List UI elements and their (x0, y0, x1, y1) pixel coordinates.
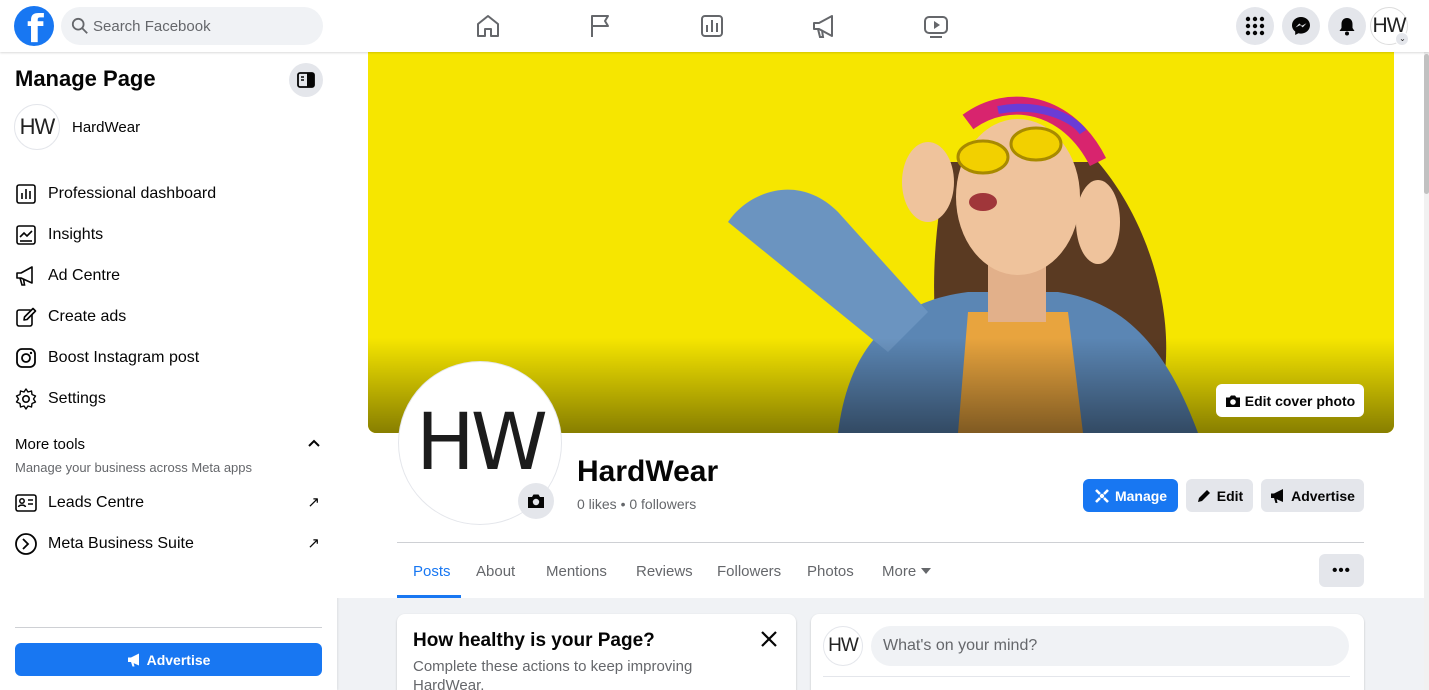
insights-icon (14, 223, 38, 247)
sidebar-item-insights[interactable]: Insights (14, 217, 320, 253)
tab-followers[interactable]: Followers (717, 563, 781, 580)
tab-about[interactable]: About (476, 563, 515, 580)
sidebar-page-name: HardWear (72, 119, 141, 136)
more-options-button[interactable]: ••• (1319, 554, 1364, 587)
page-stats: 0 likes • 0 followers (577, 496, 697, 512)
composer-divider (823, 676, 1350, 677)
chevron-up-icon[interactable] (306, 436, 322, 452)
sidebar-item-meta-business-suite[interactable]: Meta Business Suite ↗ (14, 526, 320, 562)
edit-cover-photo-button[interactable]: Edit cover photo (1216, 384, 1364, 417)
close-icon[interactable] (759, 629, 779, 649)
camera-icon (1225, 395, 1240, 407)
megaphone-icon (1271, 488, 1284, 503)
manage-page-sidebar: Manage Page HW HardWear Professional das… (0, 52, 337, 690)
page-scrollbar[interactable] (1424, 52, 1429, 690)
advertise-button[interactable]: Advertise (1261, 479, 1364, 512)
page-avatar: HW (14, 104, 60, 150)
pencil-icon (14, 305, 38, 329)
tab-more-label: More (882, 563, 917, 580)
sidebar-item-label: Create ads (48, 308, 127, 325)
edit-cover-photo-label: Edit cover photo (1244, 392, 1356, 409)
external-link-icon: ↗ (307, 494, 320, 511)
search-box[interactable] (61, 7, 323, 45)
more-tools-heading: More tools (15, 436, 86, 453)
pencil-icon (1197, 489, 1210, 502)
sidebar-title: Manage Page (15, 66, 156, 91)
sidebar-divider (15, 627, 322, 628)
sidebar-item-settings[interactable]: Settings (14, 381, 320, 417)
page-title: HardWear (577, 455, 719, 488)
composer-input[interactable] (871, 626, 1349, 666)
sidebar-item-label: Insights (48, 226, 104, 243)
sidebar-advertise-button[interactable]: Advertise (15, 643, 322, 676)
camera-icon[interactable] (518, 483, 554, 519)
edit-label: Edit (1216, 487, 1244, 504)
search-input[interactable] (93, 7, 313, 45)
post-composer-card: HW (811, 614, 1364, 690)
tab-photos[interactable]: Photos (807, 563, 854, 580)
bell-icon[interactable] (1328, 7, 1366, 45)
messenger-icon[interactable] (1282, 7, 1320, 45)
leads-icon (14, 491, 38, 515)
gear-icon (14, 387, 38, 411)
sidebar-item-leads-centre[interactable]: Leads Centre ↗ (14, 485, 320, 521)
tab-reviews[interactable]: Reviews (636, 563, 693, 580)
megaphone-icon[interactable] (808, 10, 840, 42)
sidebar-item-boost-instagram-post[interactable]: Boost Instagram post (14, 340, 320, 376)
top-navigation-bar: f HW ⌄ (0, 0, 1429, 52)
megaphone-icon (127, 653, 139, 666)
tab-more[interactable]: More (882, 563, 932, 580)
profile-picture-text: HW (416, 398, 548, 488)
advertise-label: Advertise (1291, 487, 1355, 504)
sidebar-item-label: Boost Instagram post (48, 349, 200, 366)
sidebar-item-label: Meta Business Suite (48, 535, 194, 552)
sidebar-item-create-ads[interactable]: Create ads (14, 299, 320, 335)
edit-button[interactable]: Edit (1186, 479, 1253, 512)
sidebar-item-professional-dashboard[interactable]: Professional dashboard (14, 176, 320, 212)
business-suite-icon (14, 532, 38, 556)
collapse-sidebar-icon[interactable] (289, 63, 323, 97)
page-health-title: How healthy is your Page? (413, 630, 655, 651)
dashboard-icon (14, 182, 38, 206)
sidebar-item-ad-centre[interactable]: Ad Centre (14, 258, 320, 294)
external-link-icon: ↗ (307, 535, 320, 552)
instagram-icon (14, 346, 38, 370)
caret-down-icon (921, 568, 932, 574)
account-avatar[interactable]: HW ⌄ (1370, 7, 1409, 46)
video-icon[interactable] (920, 10, 952, 42)
sidebar-item-label: Leads Centre (48, 494, 145, 511)
manage-button[interactable]: Manage (1083, 479, 1178, 512)
insights-icon[interactable] (696, 10, 728, 42)
active-tab-indicator (397, 595, 461, 598)
menu-grid-icon[interactable] (1236, 7, 1274, 45)
megaphone-icon (14, 264, 38, 288)
tab-mentions[interactable]: Mentions (546, 563, 607, 580)
sidebar-item-label: Ad Centre (48, 267, 121, 284)
sidebar-advertise-label: Advertise (146, 651, 211, 668)
tabs-divider (397, 542, 1364, 543)
chevron-down-icon: ⌄ (1395, 32, 1409, 46)
manage-label: Manage (1114, 487, 1168, 504)
facebook-logo[interactable]: f (14, 6, 54, 50)
home-icon[interactable] (472, 10, 504, 42)
flag-icon[interactable] (584, 10, 616, 42)
sidebar-page-switcher[interactable]: HW HardWear (14, 104, 320, 152)
scrollbar-thumb[interactable] (1424, 54, 1429, 194)
page-health-body: Complete these actions to keep improving… (413, 658, 693, 690)
more-tools-subtitle: Manage your business across Meta apps (15, 460, 253, 475)
sidebar-item-label: Settings (48, 390, 106, 407)
search-icon (71, 17, 88, 34)
tab-posts[interactable]: Posts (413, 563, 451, 580)
page-health-card: How healthy is your Page? Complete these… (397, 614, 796, 690)
composer-avatar[interactable]: HW (823, 626, 863, 666)
sidebar-item-label: Professional dashboard (48, 185, 217, 202)
tools-icon (1095, 488, 1109, 503)
